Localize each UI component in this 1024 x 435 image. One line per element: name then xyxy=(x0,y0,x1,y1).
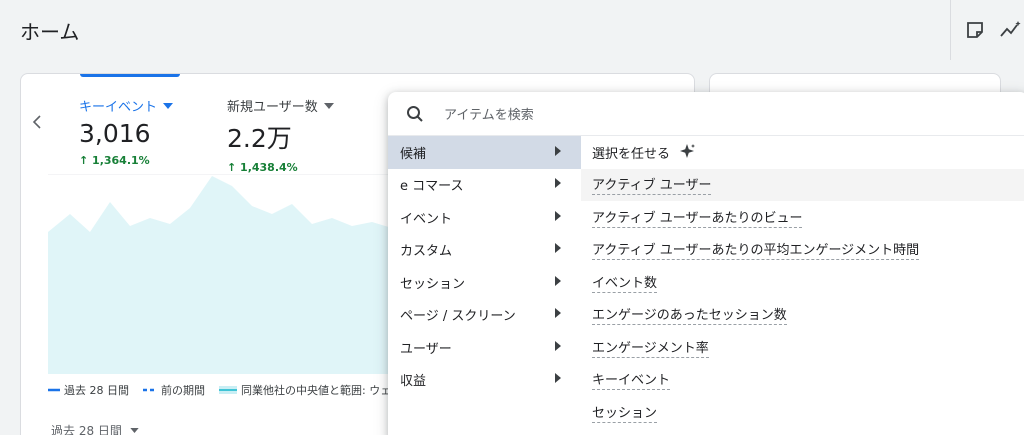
metric-option[interactable]: イベント数 xyxy=(581,266,1024,299)
metric-label[interactable]: キーイベント xyxy=(79,96,174,115)
category-item-ecommerce[interactable]: e コマース xyxy=(388,169,581,202)
metric-change: ↑ 1,364.1% xyxy=(79,154,150,167)
insights-icon[interactable] xyxy=(999,20,1021,40)
suggest-label: 選択を任せる xyxy=(592,146,671,162)
metric-change: ↑ 1,438.4% xyxy=(227,161,298,174)
legend-solid-line-icon xyxy=(48,388,60,392)
legend-item-previous[interactable]: 前の期間 xyxy=(143,382,205,398)
category-item-events[interactable]: イベント xyxy=(388,201,581,234)
legend-item-current[interactable]: 過去 28 日間 xyxy=(48,382,129,398)
chevron-right-icon xyxy=(555,307,561,322)
metric-value: 2.2万 xyxy=(227,124,292,153)
chevron-right-icon xyxy=(555,372,561,387)
metric-key-events[interactable]: キーイベント 3,016 ↑ 1,364.1% xyxy=(79,96,174,167)
metric-change-text: 1,364.1% xyxy=(92,154,150,167)
legend-band-icon xyxy=(219,386,237,394)
metric-option-label: セッション xyxy=(592,402,658,423)
category-label: 候補 xyxy=(400,146,427,162)
metric-value: 3,016 xyxy=(79,119,151,148)
metric-option-label: アクティブ ユーザーあたりのビュー xyxy=(592,207,803,228)
category-label: カスタム xyxy=(400,244,453,260)
metric-option-label: アクティブ ユーザーあたりの平均エンゲージメント時間 xyxy=(592,239,920,261)
category-label: セッション xyxy=(400,276,466,292)
legend-label: 同業他社の中央値と範囲: ウェ xyxy=(241,384,392,397)
legend-dashed-line-icon xyxy=(143,388,157,392)
search-icon xyxy=(406,105,424,123)
metric-option-label: キーイベント xyxy=(592,369,671,391)
metric-option-label: イベント数 xyxy=(592,272,658,293)
trend-chart: 08 3月 15 22 xyxy=(48,174,418,374)
caret-down-icon xyxy=(323,102,334,109)
date-range-label: 過去 28 日間 xyxy=(51,424,122,435)
metric-picker-dropdown: アイテムを検索 候補 e コマース イベント カスタム セッション ページ / … xyxy=(388,92,1024,435)
sparkle-icon xyxy=(678,143,696,161)
chevron-right-icon xyxy=(555,177,561,192)
category-item-user[interactable]: ユーザー xyxy=(388,331,581,364)
top-toolbar xyxy=(950,0,1024,60)
category-item-page-screen[interactable]: ページ / スクリーン xyxy=(388,299,581,332)
metric-label-text: キーイベント xyxy=(79,100,158,115)
chevron-right-icon xyxy=(555,242,561,257)
note-icon[interactable] xyxy=(965,20,985,40)
metric-label[interactable]: 新規ユーザー数 xyxy=(227,96,334,115)
active-tab-indicator xyxy=(80,74,180,77)
metric-option[interactable]: アクティブ ユーザー xyxy=(581,168,1024,201)
metric-option-list: 選択を任せる アクティブ ユーザー アクティブ ユーザーあたりのビュー アクティ… xyxy=(581,136,1024,429)
category-list: 候補 e コマース イベント カスタム セッション ページ / スクリーン ユー… xyxy=(388,136,581,396)
chevron-right-icon xyxy=(555,340,561,355)
metric-new-users[interactable]: 新規ユーザー数 2.2万 ↑ 1,438.4% xyxy=(227,96,334,174)
metric-option[interactable]: エンゲージのあったセッション数 xyxy=(581,299,1024,332)
legend-item-benchmark[interactable]: 同業他社の中央値と範囲: ウェ xyxy=(219,382,391,398)
caret-down-icon xyxy=(163,102,174,109)
category-label: イベント xyxy=(400,211,453,227)
home-page: ホーム キーイベント 3,016 ↑ 1,364.1% 新規ユーザー数 2.2万… xyxy=(0,0,1024,435)
search-bar[interactable]: アイテムを検索 xyxy=(388,92,1024,136)
chart-legend: 過去 28 日間 前の期間 同業他社の中央値と範囲: ウェ xyxy=(48,382,391,398)
metric-change-text: 1,438.4% xyxy=(240,161,298,174)
page-title: ホーム xyxy=(20,20,80,44)
metric-option[interactable]: アクティブ ユーザーあたりのビュー xyxy=(581,201,1024,234)
category-item-suggestions[interactable]: 候補 xyxy=(388,136,581,169)
chevron-right-icon xyxy=(555,145,561,160)
category-item-custom[interactable]: カスタム xyxy=(388,234,581,267)
date-range-selector[interactable]: 過去 28 日間 xyxy=(51,422,139,435)
metric-option-label: エンゲージのあったセッション数 xyxy=(592,304,787,326)
caret-down-icon xyxy=(130,428,139,433)
metric-option[interactable]: アクティブ ユーザーあたりの平均エンゲージメント時間 xyxy=(581,234,1024,267)
metric-option[interactable]: セッション xyxy=(581,396,1024,429)
category-label: ユーザー xyxy=(400,341,452,357)
chevron-right-icon xyxy=(555,275,561,290)
metric-option-label: アクティブ ユーザー xyxy=(592,174,712,196)
metric-label-text: 新規ユーザー数 xyxy=(227,100,318,115)
suggest-option[interactable]: 選択を任せる xyxy=(581,136,1024,169)
metric-option[interactable]: キーイベント xyxy=(581,364,1024,397)
search-input[interactable]: アイテムを検索 xyxy=(444,104,534,123)
category-label: 収益 xyxy=(400,374,427,390)
chevron-left-icon[interactable] xyxy=(31,114,43,130)
benchmark-range-area xyxy=(48,176,418,374)
category-label: ページ / スクリーン xyxy=(400,309,516,325)
legend-label: 前の期間 xyxy=(161,384,205,397)
category-item-session[interactable]: セッション xyxy=(388,266,581,299)
metric-option-label: エンゲージメント率 xyxy=(592,337,709,358)
category-label: e コマース xyxy=(400,179,464,195)
chevron-right-icon xyxy=(555,210,561,225)
legend-label: 過去 28 日間 xyxy=(64,384,129,397)
category-item-revenue[interactable]: 収益 xyxy=(388,364,581,397)
metric-option[interactable]: エンゲージメント率 xyxy=(581,331,1024,364)
